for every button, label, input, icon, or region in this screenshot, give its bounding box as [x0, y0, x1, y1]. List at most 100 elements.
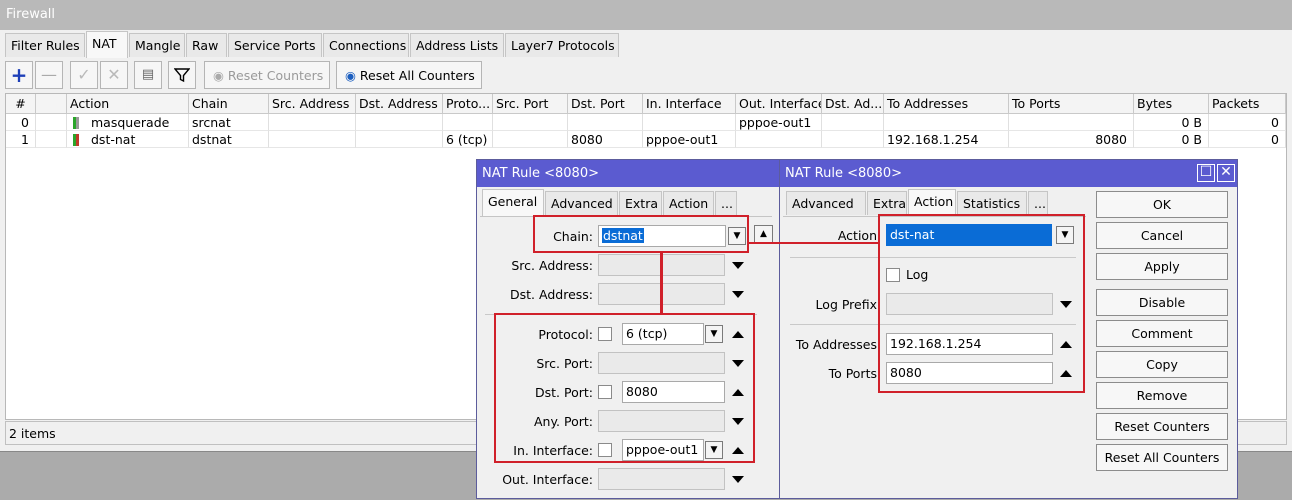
column-header-out-interface[interactable]: Out. Interface — [736, 94, 822, 114]
out-interface-field[interactable] — [598, 468, 725, 490]
column-header-protocol[interactable]: Proto... — [443, 94, 493, 114]
tab-mangle[interactable]: Mangle — [129, 33, 185, 57]
table-row-1-to-addresses[interactable]: 192.168.1.254 — [884, 131, 1009, 148]
expand-down-icon[interactable] — [732, 476, 744, 483]
dialog-tab-extra[interactable]: Extra — [619, 191, 662, 215]
table-row-0-action[interactable]: masquerade — [67, 114, 189, 131]
table-row-1-out-interface[interactable] — [736, 131, 822, 148]
disable-button[interactable]: Disable — [1096, 289, 1228, 316]
table-row-0-src-port[interactable] — [493, 114, 568, 131]
ok-button[interactable]: OK — [1096, 191, 1228, 218]
column-header-dst-address[interactable]: Dst. Address — [356, 94, 443, 114]
reset-all-counters-button[interactable]: ◉ Reset All Counters — [336, 61, 482, 89]
dialog-tab-advanced[interactable]: Advanced — [786, 191, 866, 215]
enable-button[interactable]: ✓ — [70, 61, 98, 89]
column-header-in-interface[interactable]: In. Interface — [643, 94, 736, 114]
dialog-tab-statistics[interactable]: Statistics — [957, 191, 1027, 215]
disable-button[interactable]: ✕ — [100, 61, 128, 89]
table-row-1-src-port[interactable] — [493, 131, 568, 148]
tab-service-ports[interactable]: Service Ports — [228, 33, 322, 57]
reset-counters-button[interactable]: ◉ Reset Counters — [204, 61, 330, 89]
dialog-tab-more[interactable]: ... — [715, 191, 737, 215]
table-row-0-dst-port[interactable] — [568, 114, 643, 131]
tab-address-lists[interactable]: Address Lists — [410, 33, 504, 57]
connector-line — [749, 242, 879, 244]
column-header-num[interactable]: # — [6, 94, 36, 114]
table-row-1-dst-port[interactable]: 8080 — [568, 131, 643, 148]
maximize-button[interactable]: ☐ — [1197, 164, 1215, 182]
column-header-to-addresses[interactable]: To Addresses — [884, 94, 1009, 114]
dialog-tab-action[interactable]: Action — [908, 189, 956, 216]
table-row-0-out-interface[interactable]: pppoe-out1 — [736, 114, 822, 131]
filter-button[interactable] — [168, 61, 196, 89]
column-header-dst-port[interactable]: Dst. Port — [568, 94, 643, 114]
table-row-0-protocol[interactable] — [443, 114, 493, 131]
column-header-action[interactable]: Action — [67, 94, 189, 114]
add-button[interactable]: + — [5, 61, 33, 89]
close-button[interactable]: ✕ — [1217, 164, 1235, 182]
table-row-0-dst-address[interactable] — [356, 114, 443, 131]
remove-button[interactable]: — — [35, 61, 63, 89]
cancel-button[interactable]: Cancel — [1096, 222, 1228, 249]
table-row-1-protocol[interactable]: 6 (tcp) — [443, 131, 493, 148]
maximize-icon: ☐ — [1199, 164, 1213, 180]
dialog-tab-more[interactable]: ... — [1028, 191, 1048, 215]
table-row-1-flags[interactable] — [36, 131, 67, 148]
table-row-0-src-address[interactable] — [269, 114, 356, 131]
dialog-tab-advanced[interactable]: Advanced — [545, 191, 618, 215]
table-row-1-in-interface[interactable]: pppoe-out1 — [643, 131, 736, 148]
reset-counters-button[interactable]: Reset Counters — [1096, 413, 1228, 440]
table-row-1-bytes[interactable]: 0 B — [1134, 131, 1209, 148]
tab-filter-rules[interactable]: Filter Rules — [5, 33, 85, 57]
table-row-1-dst-ad[interactable] — [822, 131, 884, 148]
expand-down-icon[interactable] — [732, 262, 744, 269]
column-header-src-address[interactable]: Src. Address — [269, 94, 356, 114]
rule-dstnat-icon — [73, 134, 79, 146]
table-row-0-to-addresses[interactable] — [884, 114, 1009, 131]
copy-button[interactable]: Copy — [1096, 351, 1228, 378]
reset-counters-label: Reset Counters — [227, 68, 324, 83]
column-header-dst-ad[interactable]: Dst. Ad... — [822, 94, 884, 114]
table-row-1-src-address[interactable] — [269, 131, 356, 148]
table-row-0-packets[interactable]: 0 — [1209, 114, 1286, 131]
apply-button[interactable]: Apply — [1096, 253, 1228, 280]
tab-layer7-protocols[interactable]: Layer7 Protocols — [505, 33, 619, 57]
remove-button[interactable]: Remove — [1096, 382, 1228, 409]
highlight-match-fields — [494, 313, 755, 463]
column-header-to-ports[interactable]: To Ports — [1009, 94, 1134, 114]
reset-all-counters-label: Reset All Counters — [359, 68, 475, 83]
table-row-1-dst-address[interactable] — [356, 131, 443, 148]
table-row-1-action[interactable]: dst-nat — [67, 131, 189, 148]
table-row-0-bytes[interactable]: 0 B — [1134, 114, 1209, 131]
table-row-0-to-ports[interactable] — [1009, 114, 1134, 131]
reset-all-icon: ◉ — [345, 68, 356, 83]
table-row-1-to-ports[interactable]: 8080 — [1009, 131, 1134, 148]
comment-button[interactable]: Comment — [1096, 320, 1228, 347]
table-row-0-flags[interactable] — [36, 114, 67, 131]
funnel-icon — [173, 68, 191, 83]
dialog-tab-action[interactable]: Action — [663, 191, 714, 215]
column-header-flags[interactable] — [36, 94, 67, 114]
table-row-1-packets[interactable]: 0 — [1209, 131, 1286, 148]
to-ports-label: To Ports — [828, 366, 877, 381]
expand-down-icon[interactable] — [732, 291, 744, 298]
table-row-0-dst-ad[interactable] — [822, 114, 884, 131]
close-icon: ✕ — [1220, 164, 1232, 180]
column-header-chain[interactable]: Chain — [189, 94, 269, 114]
tab-nat[interactable]: NAT — [86, 31, 128, 58]
table-row-0-in-interface[interactable] — [643, 114, 736, 131]
table-row-0-chain[interactable]: srcnat — [189, 114, 269, 131]
dialog-tab-general[interactable]: General — [482, 189, 544, 216]
column-header-packets[interactable]: Packets — [1209, 94, 1286, 114]
tab-raw[interactable]: Raw — [186, 33, 227, 57]
table-row-1-num[interactable]: 1 — [6, 131, 36, 148]
column-header-src-port[interactable]: Src. Port — [493, 94, 568, 114]
column-header-bytes[interactable]: Bytes — [1134, 94, 1209, 114]
reset-all-counters-button[interactable]: Reset All Counters — [1096, 444, 1228, 471]
tab-connections[interactable]: Connections — [323, 33, 409, 57]
table-row-1-chain[interactable]: dstnat — [189, 131, 269, 148]
comment-button[interactable]: ▤ — [134, 61, 162, 89]
dialog-tab-extra[interactable]: Extra — [867, 191, 907, 215]
table-row-0-num[interactable]: 0 — [6, 114, 36, 131]
dst-address-label: Dst. Address: — [510, 287, 593, 302]
